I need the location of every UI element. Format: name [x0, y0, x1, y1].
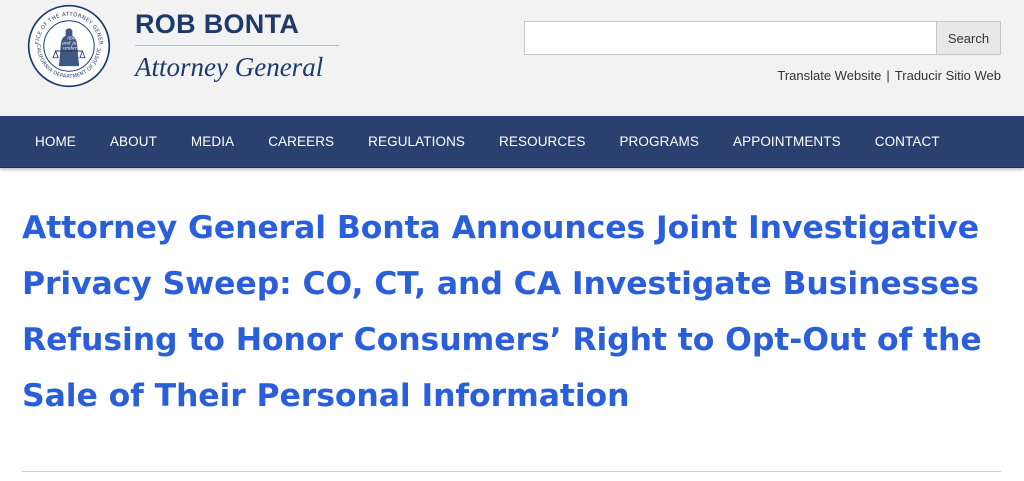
translate-links: Translate Website | Traducir Sitio Web	[777, 68, 1001, 83]
search-button[interactable]: Search	[937, 21, 1001, 55]
translate-website-link[interactable]: Translate Website	[777, 68, 881, 83]
nav-item-resources[interactable]: RESOURCES	[499, 134, 585, 149]
brand-name[interactable]: ROB BONTA	[135, 9, 299, 40]
translate-separator: |	[886, 68, 890, 83]
headline-divider	[22, 471, 1001, 472]
nav-item-about[interactable]: ABOUT	[110, 134, 157, 149]
nav-item-media[interactable]: MEDIA	[191, 134, 234, 149]
nav-item-appointments[interactable]: APPOINTMENTS	[733, 134, 841, 149]
brand-divider	[135, 45, 339, 46]
search-form: Search	[524, 21, 1001, 55]
traducir-sitio-web-link[interactable]: Traducir Sitio Web	[895, 68, 1001, 83]
main-navigation: HOME ABOUT MEDIA CAREERS REGULATIONS RES…	[0, 116, 1024, 168]
seal-motto-line-1: liberty	[67, 35, 83, 41]
seal-motto-line-3: under law	[63, 45, 87, 51]
seal-motto-line-2: and justice	[62, 40, 88, 46]
nav-item-careers[interactable]: CAREERS	[268, 134, 334, 149]
nav-item-regulations[interactable]: REGULATIONS	[368, 134, 465, 149]
nav-item-programs[interactable]: PROGRAMS	[619, 134, 699, 149]
nav-item-home[interactable]: HOME	[35, 134, 76, 149]
article-headline: Attorney General Bonta Announces Joint I…	[22, 210, 982, 414]
california-doj-seal-icon[interactable]: OFFICE OF THE ATTORNEY GENERAL CALIFORNI…	[27, 4, 111, 88]
main-content: Attorney General Bonta Announces Joint I…	[0, 168, 1024, 424]
nav-item-contact[interactable]: CONTACT	[875, 134, 940, 149]
search-input[interactable]	[524, 21, 937, 55]
brand-title[interactable]: Attorney General	[135, 52, 323, 83]
site-header: OFFICE OF THE ATTORNEY GENERAL CALIFORNI…	[0, 0, 1024, 116]
